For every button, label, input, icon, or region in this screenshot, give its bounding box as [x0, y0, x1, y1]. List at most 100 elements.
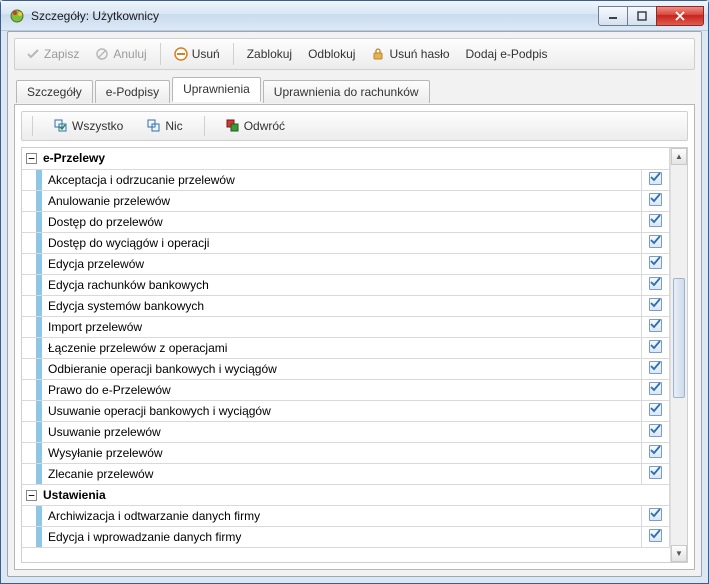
- tab-account-permissions[interactable]: Uprawnienia do rachunków: [263, 80, 430, 103]
- permission-row[interactable]: Łączenie przelewów z operacjami: [22, 337, 670, 358]
- invert-label: Odwróć: [244, 120, 285, 132]
- permission-row[interactable]: Dostęp do przelewów: [22, 211, 670, 232]
- permission-row[interactable]: Dostęp do wyciągów i operacji: [22, 232, 670, 253]
- permission-checkbox-cell[interactable]: [642, 253, 670, 274]
- checkbox[interactable]: [649, 235, 662, 248]
- scroll-thumb[interactable]: [673, 278, 685, 398]
- titlebar[interactable]: Szczegóły: Użytkownicy: [1, 1, 708, 31]
- close-button[interactable]: [656, 6, 704, 26]
- checkbox[interactable]: [649, 172, 662, 185]
- checkbox[interactable]: [649, 529, 662, 542]
- permission-checkbox-cell[interactable]: [642, 463, 670, 484]
- select-none-button[interactable]: Nic: [140, 115, 189, 137]
- unblock-button[interactable]: Odblokuj: [301, 44, 362, 64]
- group-header[interactable]: −e-Przelewy: [22, 148, 670, 169]
- permission-checkbox-cell[interactable]: [642, 421, 670, 442]
- permission-row[interactable]: Usuwanie przelewów: [22, 421, 670, 442]
- tab-details[interactable]: Szczegóły: [16, 80, 93, 103]
- tab-permissions[interactable]: Uprawnienia: [172, 77, 261, 102]
- select-none-label: Nic: [165, 120, 182, 132]
- scroll-down-arrow[interactable]: ▼: [671, 545, 687, 562]
- permission-row[interactable]: Edycja i wprowadzanie danych firmy: [22, 526, 670, 547]
- tab-strip: Szczegóły e-Podpisy Uprawnienia Uprawnie…: [8, 78, 701, 102]
- permission-row[interactable]: Anulowanie przelewów: [22, 190, 670, 211]
- minus-circle-icon: [174, 47, 188, 61]
- gutter: [22, 358, 36, 379]
- permission-row[interactable]: Zlecanie przelewów: [22, 463, 670, 484]
- permission-row[interactable]: Odbieranie operacji bankowych i wyciągów: [22, 358, 670, 379]
- checkbox[interactable]: [649, 508, 662, 521]
- permission-checkbox-cell[interactable]: [642, 379, 670, 400]
- permission-checkbox-cell[interactable]: [642, 169, 670, 190]
- permission-label: Usuwanie przelewów: [42, 421, 642, 442]
- collapse-icon[interactable]: −: [26, 490, 37, 501]
- checkbox[interactable]: [649, 214, 662, 227]
- permission-checkbox-cell[interactable]: [642, 358, 670, 379]
- permission-row[interactable]: Edycja przelewów: [22, 253, 670, 274]
- permission-checkbox-cell[interactable]: [642, 316, 670, 337]
- permission-row[interactable]: Prawo do e-Przelewów: [22, 379, 670, 400]
- permission-row[interactable]: Wysyłanie przelewów: [22, 442, 670, 463]
- permission-checkbox-cell[interactable]: [642, 211, 670, 232]
- permission-checkbox-cell[interactable]: [642, 190, 670, 211]
- permission-row[interactable]: Akceptacja i odrzucanie przelewów: [22, 169, 670, 190]
- permission-checkbox-cell[interactable]: [642, 337, 670, 358]
- checkbox[interactable]: [649, 298, 662, 311]
- gutter: [22, 421, 36, 442]
- select-all-button[interactable]: Wszystko: [47, 115, 130, 137]
- permission-label: Łączenie przelewów z operacjami: [42, 337, 642, 358]
- save-button[interactable]: Zapisz: [19, 43, 86, 65]
- checkbox[interactable]: [649, 445, 662, 458]
- delete-button[interactable]: Usuń: [167, 43, 227, 65]
- tab-esign[interactable]: e-Podpisy: [95, 80, 170, 103]
- permission-checkbox-cell[interactable]: [642, 505, 670, 526]
- grid-scroll[interactable]: −e-PrzelewyAkceptacja i odrzucanie przel…: [22, 148, 670, 562]
- permission-checkbox-cell[interactable]: [642, 526, 670, 547]
- checkbox[interactable]: [649, 256, 662, 269]
- permission-checkbox-cell[interactable]: [642, 232, 670, 253]
- gutter: [22, 316, 36, 337]
- permission-row[interactable]: Edycja systemów bankowych: [22, 295, 670, 316]
- save-label: Zapisz: [44, 48, 79, 60]
- vertical-scrollbar[interactable]: ▲ ▼: [670, 148, 687, 562]
- checkbox[interactable]: [649, 382, 662, 395]
- block-button[interactable]: Zablokuj: [240, 44, 299, 64]
- permission-checkbox-cell[interactable]: [642, 400, 670, 421]
- unblock-label: Odblokuj: [308, 48, 355, 60]
- checkbox[interactable]: [649, 340, 662, 353]
- permission-row[interactable]: Usuwanie operacji bankowych i wyciągów: [22, 400, 670, 421]
- permission-row[interactable]: Import przelewów: [22, 316, 670, 337]
- checkbox[interactable]: [649, 361, 662, 374]
- app-window: Szczegóły: Użytkownicy Zapisz Anuluj: [0, 0, 709, 584]
- minimize-button[interactable]: [598, 6, 628, 26]
- scroll-up-arrow[interactable]: ▲: [671, 148, 687, 165]
- main-toolbar: Zapisz Anuluj Usuń Zablokuj Odblokuj Usu…: [14, 38, 695, 70]
- permission-checkbox-cell[interactable]: [642, 442, 670, 463]
- invert-selection-button[interactable]: Odwróć: [219, 115, 292, 137]
- maximize-button[interactable]: [627, 6, 657, 26]
- permission-checkbox-cell[interactable]: [642, 295, 670, 316]
- group-header[interactable]: −Ustawienia: [22, 484, 670, 505]
- permission-row[interactable]: Archiwizacja i odtwarzanie danych firmy: [22, 505, 670, 526]
- gutter: [22, 526, 36, 547]
- add-esign-button[interactable]: Dodaj e-Podpis: [459, 44, 555, 64]
- delete-password-button[interactable]: Usuń hasło: [364, 43, 456, 65]
- checkbox[interactable]: [649, 319, 662, 332]
- checkbox[interactable]: [649, 466, 662, 479]
- gutter: [22, 442, 36, 463]
- separator: [160, 43, 161, 65]
- gutter: [22, 274, 36, 295]
- cancel-button[interactable]: Anuluj: [88, 43, 153, 65]
- checkbox[interactable]: [649, 277, 662, 290]
- permission-row[interactable]: Edycja rachunków bankowych: [22, 274, 670, 295]
- collapse-icon[interactable]: −: [26, 153, 37, 164]
- checkbox[interactable]: [649, 403, 662, 416]
- checkbox[interactable]: [649, 193, 662, 206]
- client-area: Zapisz Anuluj Usuń Zablokuj Odblokuj Usu…: [7, 31, 702, 577]
- permission-label: Akceptacja i odrzucanie przelewów: [42, 169, 642, 190]
- selection-toolbar: Wszystko Nic Odwróć: [21, 111, 688, 141]
- separator: [204, 116, 205, 136]
- checkbox[interactable]: [649, 424, 662, 437]
- select-all-label: Wszystko: [72, 120, 123, 132]
- permission-checkbox-cell[interactable]: [642, 274, 670, 295]
